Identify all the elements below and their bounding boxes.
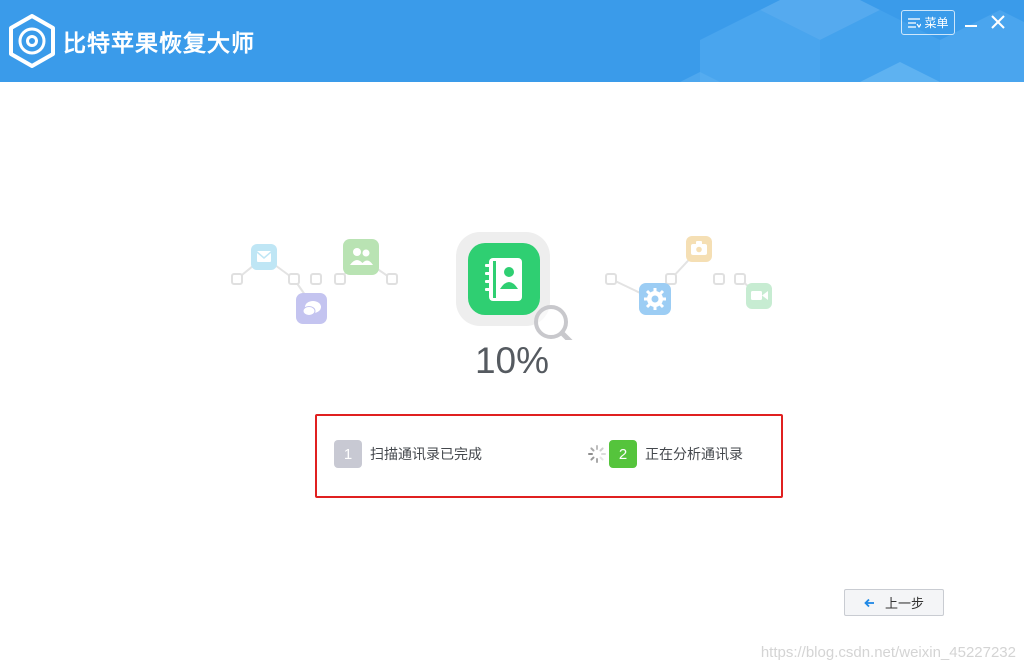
menu-button[interactable]: 菜单 [901, 10, 955, 35]
back-button[interactable]: 上一步 [844, 589, 944, 616]
title-bar: 比特苹果恢复大师 菜单 [0, 0, 1024, 82]
contacts-icon [343, 239, 379, 275]
arrow-left-icon [864, 598, 874, 607]
loading-spinner-icon [588, 445, 606, 463]
scan-progress-percent: 10% [474, 340, 550, 381]
watermark: https://blog.csdn.net/weixin_45227232 [760, 644, 1016, 661]
mail-icon [251, 244, 277, 270]
scan-illustration [185, 232, 835, 340]
scan-steps-panel: 1 扫描通讯录已完成 2 正在分析通讯录 [315, 414, 783, 498]
close-icon [991, 15, 1005, 29]
app-logo [8, 14, 56, 68]
step-scan-complete: 1 扫描通讯录已完成 [334, 440, 482, 468]
camera-icon [686, 236, 712, 262]
settings-icon [639, 283, 671, 315]
minimize-icon [965, 25, 977, 27]
contacts-book-icon [456, 232, 550, 326]
step-number: 1 [334, 440, 362, 468]
magnifier-icon [534, 305, 573, 340]
close-button[interactable] [989, 13, 1007, 31]
message-icon [296, 293, 327, 324]
step-label: 正在分析通讯录 [645, 447, 743, 463]
menu-label: 菜单 [924, 16, 949, 30]
step-number: 2 [609, 440, 637, 468]
back-button-label: 上一步 [884, 597, 924, 612]
menu-list-icon [908, 17, 922, 28]
step-label: 扫描通讯录已完成 [370, 447, 482, 463]
app-title: 比特苹果恢复大师 [63, 31, 255, 57]
video-icon [746, 283, 772, 309]
step-analyzing: 2 正在分析通讯录 [587, 440, 743, 468]
minimize-button[interactable] [962, 13, 980, 31]
